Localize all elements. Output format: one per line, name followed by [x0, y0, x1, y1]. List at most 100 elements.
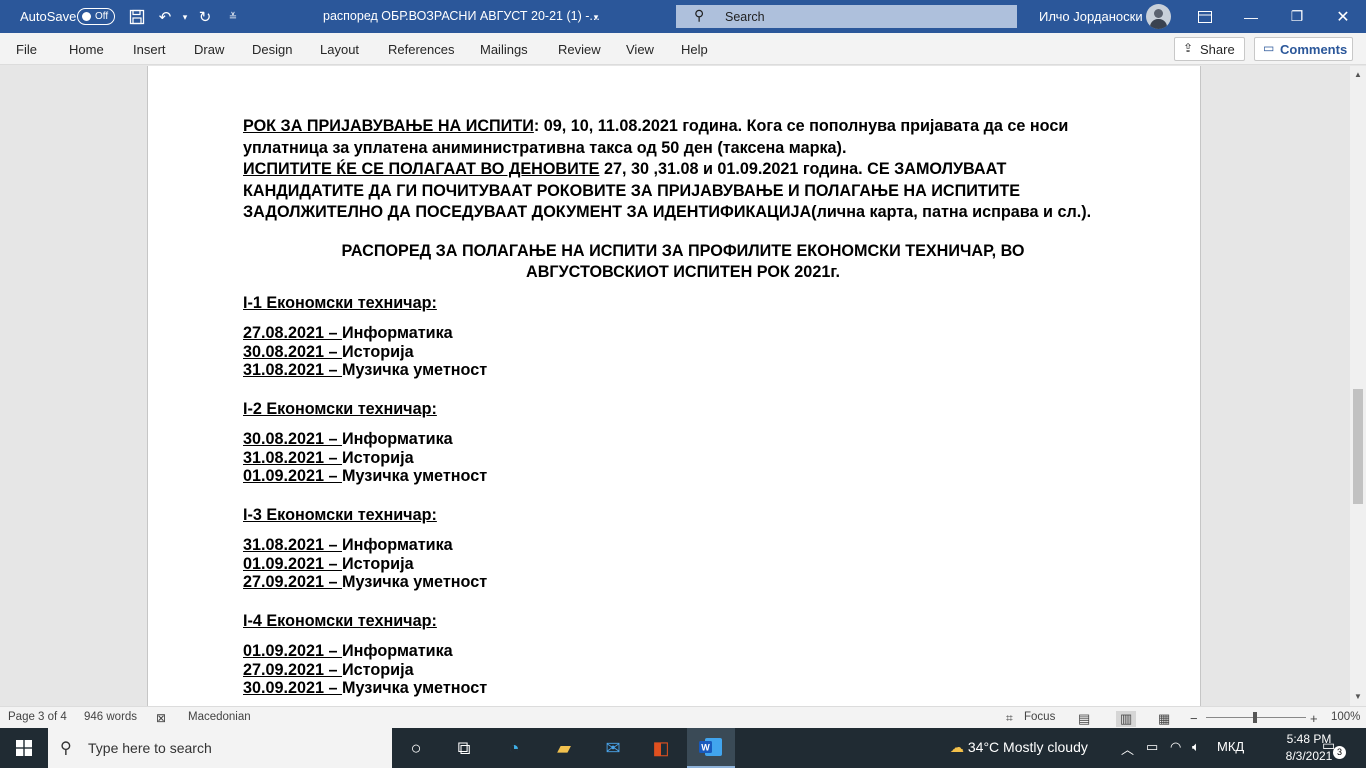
- avatar-body-shape: [1150, 19, 1167, 29]
- proofing-icon[interactable]: ⊠: [156, 711, 166, 725]
- tab-design[interactable]: Design: [252, 42, 292, 57]
- tab-references[interactable]: References: [388, 42, 454, 57]
- undo-dropdown-icon[interactable]: ▾: [175, 7, 195, 27]
- tab-view[interactable]: View: [626, 42, 654, 57]
- schedule-row: 27.09.2021 – Музичка уметност: [243, 572, 1123, 594]
- zoom-level[interactable]: 100%: [1331, 711, 1360, 723]
- read-mode-icon[interactable]: ▤: [1078, 711, 1090, 727]
- group-title: I-3 Економски техничар:: [243, 505, 437, 524]
- edge-icon[interactable]: ◔: [490, 728, 538, 768]
- word-count[interactable]: 946 words: [84, 711, 137, 723]
- customize-toolbar-icon[interactable]: ≚: [223, 7, 243, 27]
- web-layout-icon[interactable]: ▦: [1158, 711, 1170, 727]
- focus-button[interactable]: Focus: [1024, 711, 1055, 723]
- exam-dates-paragraph: ИСПИТИТЕ ЌЕ СЕ ПОЛАГААТ ВО ДЕНОВИТЕ 27, …: [243, 159, 1123, 224]
- windows-start-icon[interactable]: [0, 728, 48, 768]
- undo-icon[interactable]: ↶: [155, 7, 175, 27]
- autosave-toggle[interactable]: Off: [77, 8, 115, 25]
- exam-date: 30.08.2021 –: [243, 430, 343, 448]
- tab-layout[interactable]: Layout: [320, 42, 359, 57]
- scroll-thumb[interactable]: [1353, 389, 1363, 504]
- group-title: I-2 Економски техничар:: [243, 399, 437, 418]
- scroll-down-icon[interactable]: ▼: [1353, 691, 1363, 701]
- exam-dates-label: ИСПИТИТЕ ЌЕ СЕ ПОЛАГААТ ВО ДЕНОВИТЕ: [243, 160, 600, 178]
- exam-date: 31.08.2021 –: [243, 448, 343, 467]
- office-icon[interactable]: ◧: [637, 728, 685, 768]
- group-title: I-4 Економски техничар:: [243, 611, 437, 630]
- exam-subject: Историја: [342, 554, 414, 573]
- restore-icon[interactable]: ❐: [1274, 0, 1320, 33]
- language-indicator[interactable]: Macedonian: [188, 711, 251, 723]
- search-box[interactable]: ⚲ Search: [676, 5, 1017, 28]
- svg-text:W: W: [701, 743, 710, 753]
- exam-subject: Историја: [342, 448, 414, 467]
- document-title[interactable]: распоред ОБР.ВОЗРАСНИ АВГУСТ 20-21 (1) -…: [323, 9, 600, 23]
- minimize-icon[interactable]: —: [1228, 0, 1274, 33]
- schedule-row: 30.09.2021 – Музичка уметност: [243, 678, 1123, 700]
- document-area[interactable]: РОК ЗА ПРИЈАВУВАЊЕ НА ИСПИТИ: 09, 10, 11…: [0, 66, 1350, 706]
- share-icon: ⇪: [1183, 41, 1194, 55]
- word-icon[interactable]: W: [687, 728, 735, 768]
- search-icon: ⚲: [60, 740, 72, 757]
- save-icon[interactable]: [127, 7, 147, 27]
- show-hidden-icons-icon[interactable]: ︿: [1121, 739, 1134, 758]
- comment-icon: ▭: [1263, 41, 1275, 55]
- tab-help[interactable]: Help: [681, 42, 708, 57]
- title-dropdown-icon[interactable]: ▾: [586, 7, 606, 27]
- zoom-out-icon[interactable]: −: [1190, 711, 1198, 726]
- exam-date: 31.08.2021 –: [243, 361, 343, 379]
- exam-subject: Историја: [342, 342, 414, 361]
- zoom-in-icon[interactable]: +: [1310, 711, 1318, 726]
- volume-icon[interactable]: 🔈︎: [1192, 739, 1200, 755]
- wifi-icon[interactable]: ◠: [1170, 739, 1181, 755]
- share-label: Share: [1200, 42, 1235, 57]
- search-icon: ⚲: [694, 7, 705, 23]
- tab-home[interactable]: Home: [69, 42, 104, 57]
- user-name[interactable]: Илчо Јорданоски: [1039, 9, 1143, 24]
- exam-subject: Музичка уметност: [342, 679, 488, 697]
- exam-date: 01.09.2021 –: [243, 642, 343, 660]
- taskbar-search-input[interactable]: ⚲ Type here to search: [48, 728, 392, 768]
- comments-button[interactable]: ▭ Comments: [1254, 37, 1353, 61]
- zoom-slider-thumb[interactable]: [1253, 712, 1257, 723]
- vertical-scrollbar[interactable]: ▲ ▼: [1350, 66, 1366, 706]
- close-icon[interactable]: ✕: [1320, 0, 1366, 33]
- battery-icon[interactable]: ▭: [1146, 739, 1158, 755]
- group-title: I-1 Економски техничар:: [243, 293, 437, 312]
- file-explorer-icon[interactable]: ▰: [540, 728, 588, 768]
- tab-mailings[interactable]: Mailings: [480, 42, 528, 57]
- tab-review[interactable]: Review: [558, 42, 601, 57]
- registration-paragraph: РОК ЗА ПРИЈАВУВАЊЕ НА ИСПИТИ: 09, 10, 11…: [243, 116, 1123, 159]
- share-button[interactable]: ⇪ Share: [1174, 37, 1245, 61]
- search-label: Search: [725, 10, 765, 24]
- input-language[interactable]: МКД: [1217, 739, 1244, 754]
- tab-insert[interactable]: Insert: [133, 42, 166, 57]
- heading-line-2: АВГУСТОВСКИОТ ИСПИТЕН РОК 2021г.: [526, 263, 840, 281]
- avatar[interactable]: [1146, 4, 1171, 29]
- scroll-up-icon[interactable]: ▲: [1353, 69, 1363, 79]
- document-page[interactable]: РОК ЗА ПРИЈАВУВАЊЕ НА ИСПИТИ: 09, 10, 11…: [147, 66, 1201, 706]
- task-view-icon[interactable]: ⧉: [440, 728, 488, 768]
- print-layout-icon[interactable]: ▥: [1116, 711, 1137, 727]
- exam-subject: Информатика: [342, 324, 453, 342]
- exam-subject: Историја: [342, 660, 414, 679]
- weather-widget[interactable]: ☁ 34°C Mostly cloudy: [950, 739, 1088, 756]
- page-count[interactable]: Page 3 of 4: [8, 711, 67, 723]
- cortana-icon[interactable]: ○: [392, 728, 440, 768]
- title-bar: AutoSave Off ↶ ▾ ↻ ≚ распоред ОБР.ВОЗРАС…: [0, 0, 1366, 33]
- document-content[interactable]: РОК ЗА ПРИЈАВУВАЊЕ НА ИСПИТИ: 09, 10, 11…: [243, 116, 1123, 700]
- mail-icon[interactable]: ✉: [589, 728, 637, 768]
- schedule-row: 31.08.2021 – Музичка уметност: [243, 360, 1123, 382]
- comments-label: Comments: [1280, 42, 1348, 57]
- registration-label: РОК ЗА ПРИЈАВУВАЊЕ НА ИСПИТИ: [243, 117, 534, 135]
- notification-center-icon[interactable]: ▭ 3: [1322, 737, 1346, 759]
- ribbon-display-options-icon[interactable]: [1182, 0, 1228, 33]
- schedule-heading: РАСПОРЕД ЗА ПОЛАГАЊЕ НА ИСПИТИ ЗА ПРОФИЛ…: [243, 241, 1123, 284]
- cloud-icon: ☁: [950, 739, 964, 755]
- tab-draw[interactable]: Draw: [194, 42, 224, 57]
- redo-icon[interactable]: ↻: [195, 7, 215, 27]
- tab-file[interactable]: File: [16, 42, 37, 57]
- exam-date: 01.09.2021 –: [243, 467, 343, 485]
- exam-subject: Информатика: [342, 642, 453, 660]
- exam-date: 31.08.2021 –: [243, 536, 343, 554]
